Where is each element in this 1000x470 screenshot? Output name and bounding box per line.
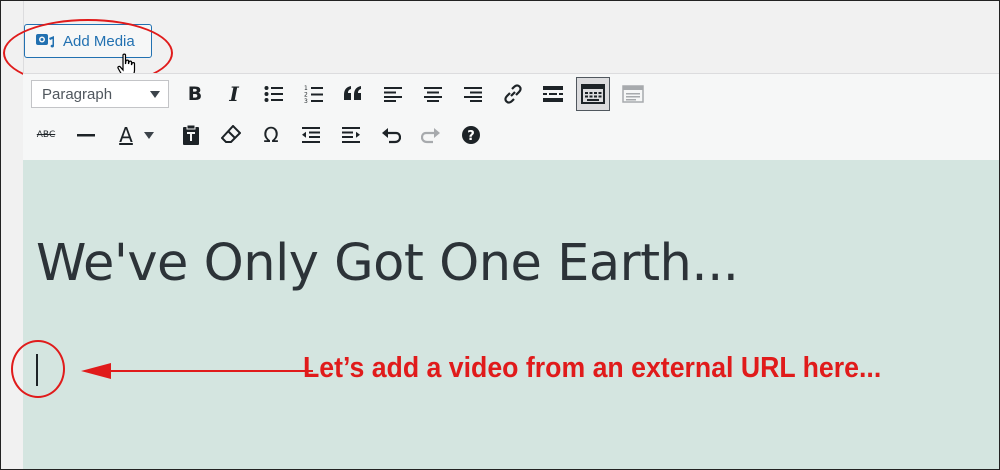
strikethrough-icon: ABC [36, 130, 56, 140]
editor-content-area[interactable]: We've Only Got One Earth... Let’s add a … [11, 160, 999, 469]
read-more-icon [543, 86, 563, 102]
blockquote-button[interactable] [336, 77, 370, 111]
redo-icon [421, 128, 440, 144]
italic-button[interactable]: I [217, 77, 251, 111]
text-color-icon: A [119, 123, 133, 147]
keyboard-shortcuts-button[interactable]: ? [454, 118, 488, 152]
align-center-button[interactable] [416, 77, 450, 111]
media-icon [36, 34, 54, 48]
distraction-free-icon [622, 85, 644, 103]
read-more-button[interactable] [536, 77, 570, 111]
annotation-text: Let’s add a video from an external URL h… [303, 352, 882, 384]
align-left-icon [384, 87, 402, 102]
horizontal-line-button[interactable] [69, 118, 103, 152]
highlight-circle-cursor [11, 340, 65, 398]
keyboard-shortcuts-icon: ? [462, 126, 480, 144]
bulleted-list-icon [264, 86, 283, 102]
editor-toolbar: Paragraph B I 123 ABC A Ω ? [23, 74, 999, 160]
clear-formatting-button[interactable] [214, 118, 248, 152]
special-character-button[interactable]: Ω [254, 118, 288, 152]
chevron-down-icon [150, 91, 160, 98]
paste-as-text-button[interactable] [174, 118, 208, 152]
paste-as-text-icon [183, 124, 199, 145]
classic-editor: Paragraph B I 123 ABC A Ω ? We've Only G… [11, 73, 999, 469]
increase-indent-icon [342, 127, 360, 143]
redo-button[interactable] [414, 118, 448, 152]
align-right-button[interactable] [456, 77, 490, 111]
strikethrough-button[interactable]: ABC [29, 118, 63, 152]
arrow-head-icon [81, 363, 111, 379]
svg-text:?: ? [467, 129, 475, 144]
bold-button[interactable]: B [178, 77, 212, 111]
undo-button[interactable] [374, 118, 408, 152]
insert-link-icon [504, 84, 522, 104]
svg-text:3: 3 [304, 98, 308, 104]
align-left-button[interactable] [376, 77, 410, 111]
numbered-list-button[interactable]: 123 [297, 77, 331, 111]
toolbar-toggle-icon [581, 84, 605, 104]
distraction-free-button[interactable] [616, 77, 650, 111]
left-gutter [1, 1, 24, 469]
text-color-swatch: A [114, 123, 138, 147]
text-color-button[interactable]: A [109, 118, 159, 152]
annotation-arrow [109, 370, 313, 372]
decrease-indent-icon [302, 127, 320, 143]
add-media-label: Add Media [63, 32, 135, 50]
paragraph-format-select[interactable]: Paragraph [31, 80, 169, 108]
insert-link-button[interactable] [496, 77, 530, 111]
screenshot-frame: Add Media Paragraph B I 123 ABC A Ω ? We… [0, 0, 1000, 470]
increase-indent-button[interactable] [334, 118, 368, 152]
decrease-indent-button[interactable] [294, 118, 328, 152]
chevron-down-icon [144, 131, 154, 139]
undo-icon [382, 128, 401, 144]
bulleted-list-button[interactable] [257, 77, 291, 111]
italic-icon: I [229, 82, 239, 106]
bold-icon: B [187, 83, 203, 105]
clear-formatting-icon [221, 125, 241, 143]
special-character-icon: Ω [263, 123, 279, 147]
post-heading[interactable]: We've Only Got One Earth... [36, 234, 739, 293]
horizontal-line-icon [77, 134, 95, 137]
align-center-icon [424, 87, 442, 102]
numbered-list-icon: 123 [304, 85, 323, 104]
paragraph-format-value: Paragraph [42, 85, 113, 103]
blockquote-icon [344, 86, 361, 100]
toolbar-toggle-button[interactable] [576, 77, 610, 111]
align-right-icon [464, 87, 482, 102]
